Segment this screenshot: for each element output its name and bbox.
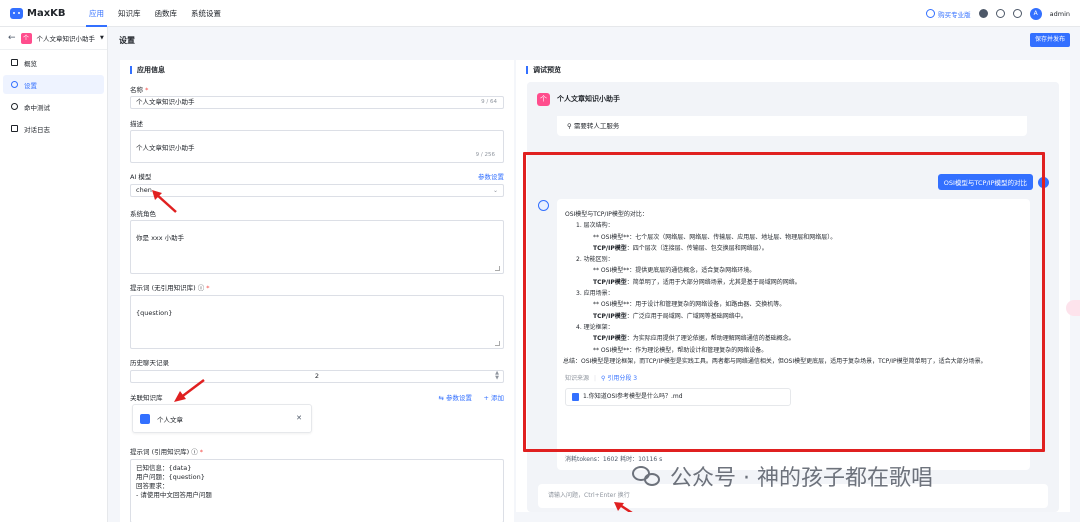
model-label: AI 模型: [130, 173, 152, 181]
logo-icon: [10, 7, 23, 19]
save-publish-button[interactable]: 保存并发布: [1029, 33, 1070, 47]
nav-item-apps[interactable]: 应用: [82, 0, 111, 27]
model-select[interactable]: chen ⌄: [130, 184, 504, 197]
desc-textarea[interactable]: 个人文章知识小助手 9 / 256: [130, 130, 504, 163]
wechat-icon: [632, 464, 662, 488]
pro-label: 购买专业版: [938, 10, 971, 19]
floating-assistant-icon[interactable]: [1066, 300, 1080, 316]
annotation-arrow: [174, 379, 205, 402]
desc-char-count: 9 / 256: [475, 152, 495, 158]
target-icon: [11, 103, 18, 110]
kb-card[interactable]: 个人文章 ✕: [132, 404, 312, 433]
prompt-label: 提示词 (无引用知识库) ⓘ *: [130, 284, 210, 292]
sidebar-item-overview[interactable]: 概览: [3, 53, 104, 72]
name-input[interactable]: 个人文章知识小助手 9 / 64: [130, 96, 504, 109]
settings-panel: 应用信息 名称 * 个人文章知识小助手 9 / 64 描述 个人文章知识小助手 …: [120, 60, 514, 522]
kb-add-link[interactable]: + 添加: [483, 392, 504, 402]
page-header: 设置 保存并发布: [109, 27, 1080, 53]
page-title: 设置: [119, 35, 135, 45]
section-title-preview: 调试预览: [526, 66, 561, 74]
nav-item-functions[interactable]: 函数库: [148, 0, 185, 27]
role-value: 你是 xxx 小助手: [136, 234, 185, 242]
top-right-tools: 购买专业版 A admin: [926, 0, 1070, 27]
pro-link[interactable]: 购买专业版: [926, 9, 971, 19]
back-arrow-icon[interactable]: ←: [8, 33, 16, 43]
resize-handle[interactable]: [495, 266, 500, 271]
sidebar-item-chat-log[interactable]: 对话日志: [3, 119, 104, 138]
resize-handle[interactable]: [495, 341, 500, 346]
top-nav: 应用 知识库 函数库 系统设置: [82, 0, 228, 27]
user-name[interactable]: admin: [1050, 10, 1070, 18]
logo[interactable]: MaxKB: [10, 7, 82, 19]
nav-item-settings[interactable]: 系统设置: [184, 0, 228, 27]
app-switcher[interactable]: ← 个 个人文章知识小助手 ▼: [0, 27, 107, 50]
top-bar: MaxKB 应用 知识库 函数库 系统设置 购买专业版 A admin: [0, 0, 1080, 27]
watermark-text: 公众号 · 神的孩子都在歌唱: [670, 466, 933, 491]
github-icon[interactable]: [978, 9, 988, 18]
chat-title: 个人文章知识小助手: [557, 95, 620, 103]
kb-name: 个人文章: [157, 415, 183, 424]
grid-icon: [11, 59, 18, 66]
annotation-arrow: [152, 190, 177, 213]
name-char-count: 9 / 64: [481, 99, 497, 105]
sidebar-item-label: 设置: [24, 81, 37, 90]
chevron-down-icon: ⌄: [492, 187, 498, 194]
human-service-button[interactable]: ⚲ 需要转人工服务: [557, 116, 1027, 136]
chat-app-icon: 个: [537, 92, 550, 106]
caret-down-icon: ▼: [100, 35, 104, 41]
section-title-app-info: 应用信息: [130, 66, 165, 74]
info-icon: ⓘ: [197, 284, 205, 292]
watermark: 公众号 · 神的孩子都在歌唱: [632, 460, 933, 492]
prompt-textarea[interactable]: {question}: [130, 295, 504, 349]
history-value: 2: [314, 372, 320, 380]
desc-value: 个人文章知识小助手: [136, 144, 195, 152]
app-name: 个人文章知识小助手: [36, 35, 96, 43]
kb-params-link[interactable]: ⇆ 参数设置: [438, 392, 472, 402]
kb-icon: [140, 413, 150, 424]
logo-text: MaxKB: [27, 7, 66, 19]
log-icon: [11, 125, 18, 132]
sidebar-item-settings[interactable]: 设置: [3, 75, 104, 94]
history-label: 历史聊天记录: [130, 359, 169, 367]
stepper-icon[interactable]: ▲ ▼: [495, 371, 499, 381]
diamond-icon: [926, 9, 936, 18]
sidebar: ← 个 个人文章知识小助手 ▼ 概览 设置 命中测试 对话日志: [0, 27, 108, 522]
sidebar-item-label: 命中测试: [24, 103, 50, 112]
nav-item-knowledge[interactable]: 知识库: [111, 0, 148, 27]
annotation-arrow: [614, 502, 633, 512]
link-icon: ⚲: [567, 122, 572, 130]
avatar[interactable]: A: [1029, 7, 1042, 20]
prompt2-label: 提示词 (引用知识库) ⓘ *: [130, 448, 204, 456]
model-params-link[interactable]: 参数设置: [478, 171, 504, 181]
role-textarea[interactable]: 你是 xxx 小助手: [130, 220, 504, 274]
sidebar-item-label: 对话日志: [24, 125, 50, 134]
human-service-label: 需要转人工服务: [573, 122, 620, 130]
name-value: 个人文章知识小助手: [136, 98, 195, 106]
help-icon[interactable]: [1012, 9, 1022, 18]
close-icon[interactable]: ✕: [296, 414, 302, 422]
app-icon: 个: [20, 32, 32, 44]
gear-icon: [11, 81, 18, 88]
chat-header: 个 个人文章知识小助手: [527, 82, 1059, 116]
desc-label: 描述: [130, 120, 143, 128]
highlight-box: [523, 152, 1045, 452]
book-icon[interactable]: [995, 9, 1005, 18]
prompt2-textarea[interactable]: 已知信息：{data} 用户问题：{question} 回答要求： - 请使用中…: [130, 459, 504, 522]
info-icon: ⓘ: [191, 448, 198, 456]
prompt-value: {question}: [136, 309, 173, 317]
kb-label: 关联知识库: [130, 394, 163, 402]
sidebar-item-label: 概览: [24, 59, 37, 68]
sidebar-item-hit-test[interactable]: 命中测试: [3, 97, 104, 116]
name-label: 名称 *: [130, 86, 149, 94]
